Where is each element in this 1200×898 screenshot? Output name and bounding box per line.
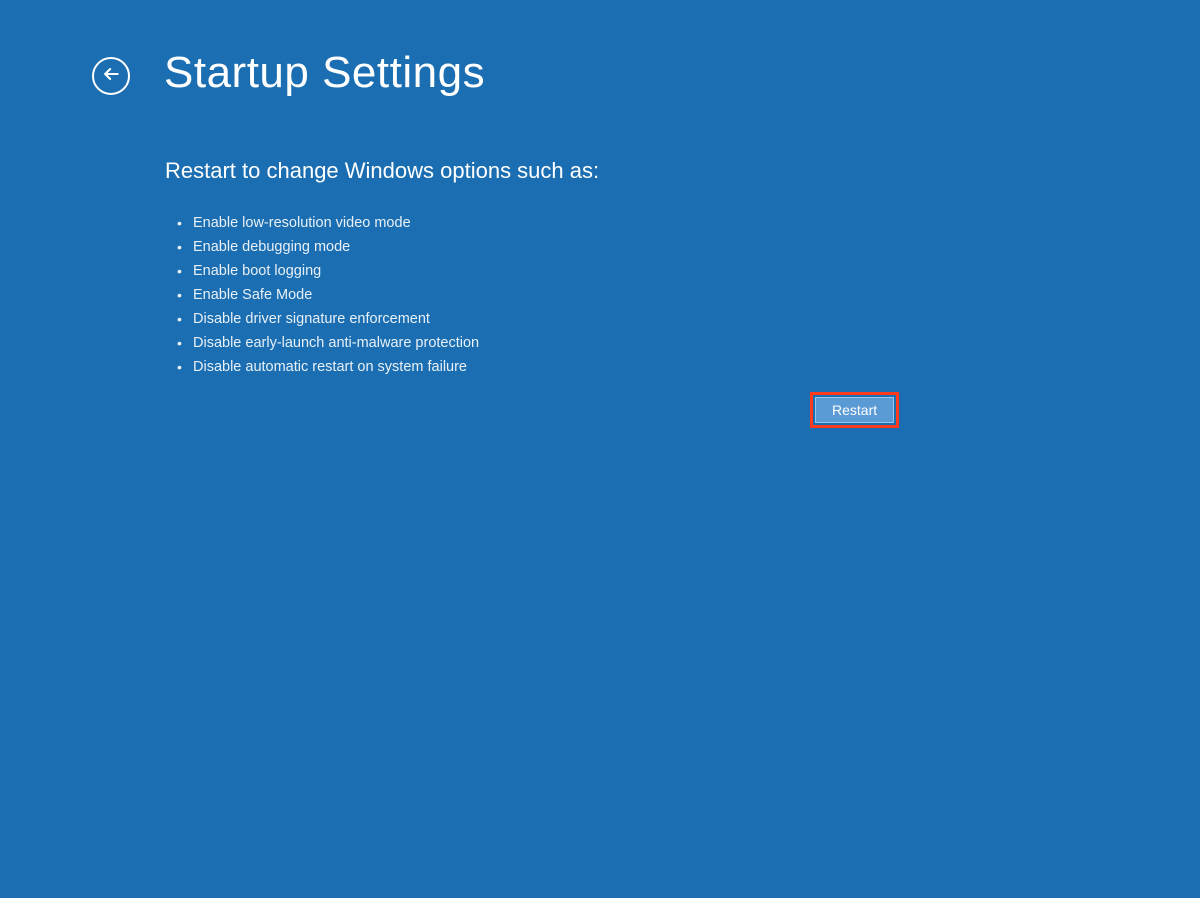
back-button[interactable] [92, 57, 130, 95]
restart-button[interactable]: Restart [815, 397, 894, 423]
subtitle: Restart to change Windows options such a… [165, 158, 1200, 184]
list-item: Disable automatic restart on system fail… [177, 356, 1200, 380]
list-item: Disable driver signature enforcement [177, 308, 1200, 332]
page-title: Startup Settings [164, 48, 485, 98]
arrow-left-icon [101, 64, 121, 89]
restart-button-highlight: Restart [810, 392, 899, 428]
list-item: Enable boot logging [177, 260, 1200, 284]
list-item: Disable early-launch anti-malware protec… [177, 332, 1200, 356]
list-item: Enable debugging mode [177, 236, 1200, 260]
list-item: Enable low-resolution video mode [177, 212, 1200, 236]
list-item: Enable Safe Mode [177, 284, 1200, 308]
options-list: Enable low-resolution video mode Enable … [165, 212, 1200, 379]
content-area: Restart to change Windows options such a… [0, 98, 1200, 379]
